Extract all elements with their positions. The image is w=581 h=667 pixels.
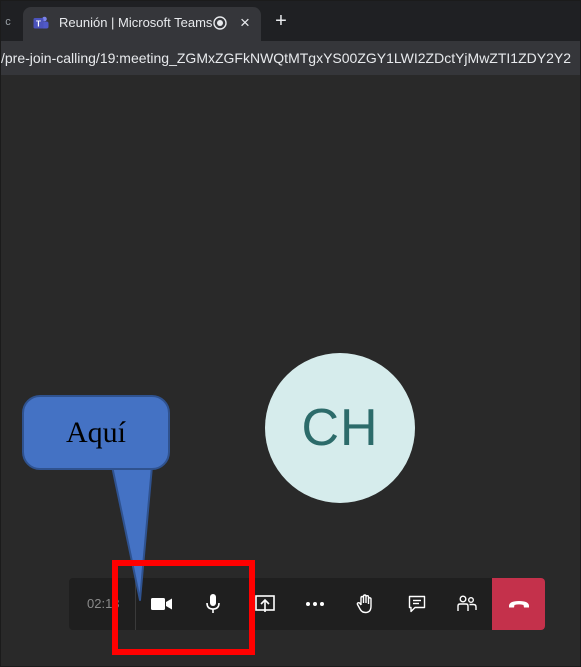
callout-pointer [111, 465, 153, 601]
annotation-highlight-box [112, 560, 255, 655]
annotation-callout: Aquí [22, 395, 170, 470]
callout-text: Aquí [66, 415, 126, 449]
